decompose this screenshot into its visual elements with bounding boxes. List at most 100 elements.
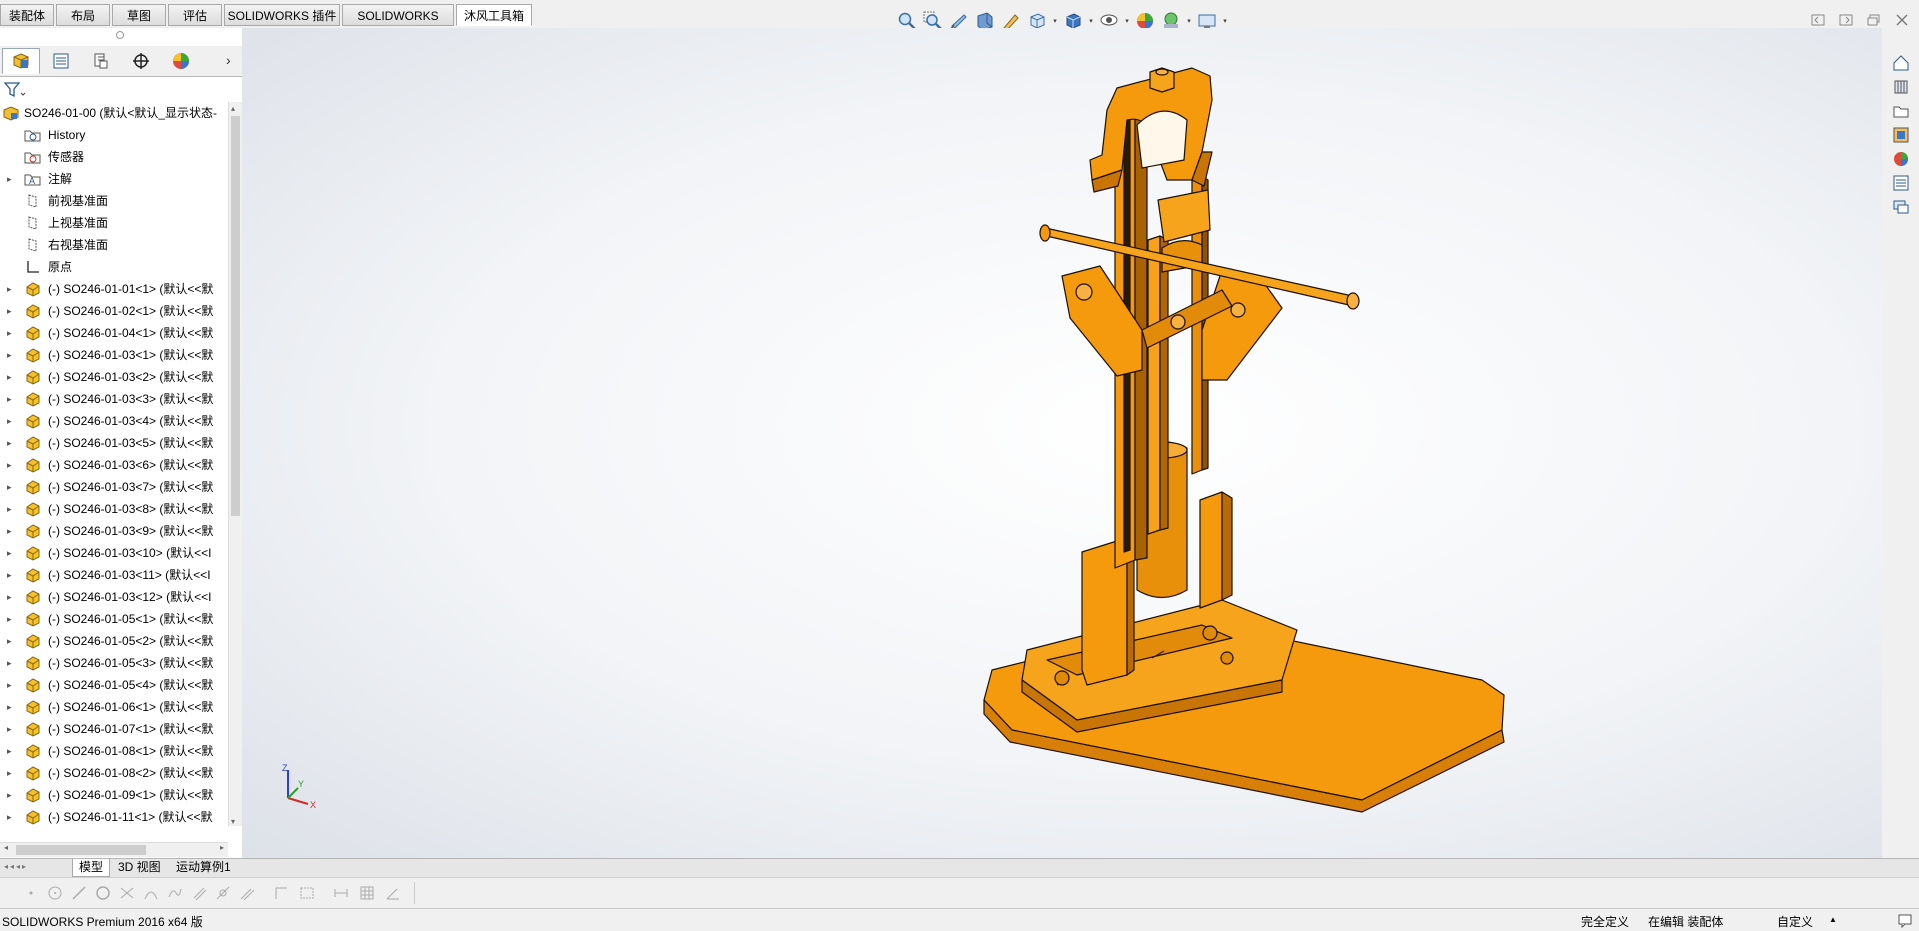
tree-component-item[interactable]: ▸ (-) SO246-01-03<6> (默认<<默 [0,454,228,476]
tree-component-item[interactable]: ▸ (-) SO246-01-09<1> (默认<<默 [0,784,228,806]
tree-component-item[interactable]: ▸ (-) SO246-01-03<4> (默认<<默 [0,410,228,432]
hide-show-dropdown[interactable]: ▾ [1123,17,1131,25]
circle-icon[interactable] [92,883,114,903]
expand-arrow-icon[interactable]: ▸ [7,388,17,410]
tree-root-assembly[interactable]: SO246-01-00 (默认<默认_显示状态- [0,102,228,124]
solidworks-forum-icon[interactable] [1890,196,1912,218]
expand-arrow-icon[interactable]: ▸ [7,630,17,652]
manager-tabs-more-icon[interactable]: › [226,52,231,68]
assembly-model[interactable] [722,30,1522,830]
appearances-scenes-icon[interactable] [1890,148,1912,170]
expand-arrow-icon[interactable]: ▸ [7,278,17,300]
expand-arrow-icon[interactable]: ▸ [7,366,17,388]
mirror-icon[interactable] [236,883,258,903]
propertymanager-icon[interactable] [42,48,80,74]
expand-arrow-icon[interactable]: ▸ [7,586,17,608]
displaymanager-icon[interactable] [162,48,200,74]
tile-icon[interactable] [1835,10,1857,30]
expand-arrow-icon[interactable]: ▸ [7,740,17,762]
expand-arrow-icon[interactable]: ▸ [7,454,17,476]
configurationmanager-icon[interactable] [82,48,120,74]
tree-component-item[interactable]: ▸ (-) SO246-01-03<8> (默认<<默 [0,498,228,520]
tree-component-item[interactable]: ▸ (-) SO246-01-03<9> (默认<<默 [0,520,228,542]
line-icon[interactable] [68,883,90,903]
tab-solidworks-mbd[interactable]: SOLIDWORKS MBD [342,4,454,45]
tree-component-item[interactable]: ▸ (-) SO246-01-05<3> (默认<<默 [0,652,228,674]
expand-arrow-icon[interactable]: ▸ [7,806,17,826]
tree-component-item[interactable]: ▸ (-) SO246-01-03<1> (默认<<默 [0,344,228,366]
tab-layout[interactable]: 布局 [56,4,110,26]
tree-component-item[interactable]: ▸ (-) SO246-01-03<3> (默认<<默 [0,388,228,410]
expand-arrow-icon[interactable]: ▸ [7,542,17,564]
tree-component-item[interactable]: ▸ (-) SO246-01-03<12> (默认<<I [0,586,228,608]
sketch-grid-icon[interactable] [356,883,378,903]
tab-solidworks-addins[interactable]: SOLIDWORKS 插件 [224,4,340,26]
expand-arrow-icon[interactable]: ▸ [7,410,17,432]
tab-sketch[interactable]: 草图 [112,4,166,26]
view-settings-dropdown[interactable]: ▾ [1221,17,1229,25]
expand-arrow-icon[interactable]: ▸ [7,674,17,696]
tree-component-item[interactable]: ▸ (-) SO246-01-05<2> (默认<<默 [0,630,228,652]
tree-item[interactable]: 前视基准面 [0,190,228,212]
tree-item[interactable]: ▸ A 注解 [0,168,228,190]
tree-component-item[interactable]: ▸ (-) SO246-01-03<7> (默认<<默 [0,476,228,498]
tree-component-item[interactable]: ▸ (-) SO246-01-07<1> (默认<<默 [0,718,228,740]
tree-component-item[interactable]: ▸ (-) SO246-01-04<1> (默认<<默 [0,322,228,344]
solidworks-resources-icon[interactable] [1890,52,1912,74]
expand-arrow-icon[interactable]: ▸ [7,652,17,674]
tree-item[interactable]: 传感器 [0,146,228,168]
units-status[interactable]: 自定义 [1777,913,1813,930]
point-icon[interactable] [20,883,42,903]
tree-component-item[interactable]: ▸ (-) SO246-01-03<11> (默认<<I [0,564,228,586]
tab-evaluate[interactable]: 评估 [168,4,222,26]
tab-scroll-arrows[interactable]: ◂◂◂▸ [4,862,28,871]
smart-dimension-icon[interactable] [330,883,352,903]
convert-entities-icon[interactable] [212,883,234,903]
tab-assembly[interactable]: 装配体 [0,4,54,26]
trim-icon[interactable] [116,883,138,903]
expand-arrow-icon[interactable]: ▸ [7,432,17,454]
expand-arrow-icon[interactable]: ▸ [7,476,17,498]
expand-arrow-icon[interactable]: ▸ [7,498,17,520]
tree-component-item[interactable]: ▸ (-) SO246-01-03<10> (默认<<I [0,542,228,564]
view-palette-icon[interactable] [1890,124,1912,146]
expand-arrow-icon[interactable]: ▸ [7,718,17,740]
tree-horizontal-scrollbar[interactable]: ◂ ▸ [0,842,228,857]
tree-component-item[interactable]: ▸ (-) SO246-01-01<1> (默认<<默 [0,278,228,300]
restore-doc-icon[interactable] [1807,10,1829,30]
arc-icon[interactable] [140,883,162,903]
expand-arrow-icon[interactable]: ▸ [7,344,17,366]
units-dropdown-icon[interactable]: ▲ [1829,915,1837,924]
expand-arrow-icon[interactable]: ▸ [7,520,17,542]
expand-arrow-icon[interactable]: ▸ [7,322,17,344]
tree-component-item[interactable]: ▸ (-) SO246-01-02<1> (默认<<默 [0,300,228,322]
design-library-icon[interactable] [1890,76,1912,98]
tree-component-item[interactable]: ▸ (-) SO246-01-05<1> (默认<<默 [0,608,228,630]
tree-component-item[interactable]: ▸ (-) SO246-01-08<2> (默认<<默 [0,762,228,784]
panel-grip[interactable] [116,31,124,39]
tab-model[interactable]: 模型 [72,859,111,877]
display-style-dropdown[interactable]: ▾ [1087,17,1095,25]
maximize-icon[interactable] [1863,10,1885,30]
custom-properties-icon[interactable] [1890,172,1912,194]
file-explorer-icon[interactable] [1890,100,1912,122]
angle-icon[interactable] [382,883,404,903]
tab-mufeng-toolbox[interactable]: 沐风工具箱 [456,4,532,26]
tree-component-item[interactable]: ▸ (-) SO246-01-11<1> (默认<<默 [0,806,228,826]
center-rectangle-icon[interactable] [296,883,318,903]
apply-scene-dropdown[interactable]: ▾ [1185,17,1193,25]
expand-arrow-icon[interactable]: ▸ [7,300,17,322]
help-icon[interactable] [1897,912,1913,931]
close-icon[interactable] [1891,10,1913,30]
tab-motion-study-1[interactable]: 运动算例1 [170,859,237,876]
tree-item[interactable]: 原点 [0,256,228,278]
expand-arrow-icon[interactable]: ▸ [7,696,17,718]
view-orientation-dropdown[interactable]: ▾ [1051,17,1059,25]
tree-item[interactable]: 上视基准面 [0,212,228,234]
filter-icon[interactable] [4,82,26,98]
tree-component-item[interactable]: ▸ (-) SO246-01-05<4> (默认<<默 [0,674,228,696]
spline-icon[interactable] [164,883,186,903]
centerpoint-circle-icon[interactable] [44,883,66,903]
tree-item[interactable]: 右视基准面 [0,234,228,256]
scroll-thumb[interactable] [231,116,240,516]
